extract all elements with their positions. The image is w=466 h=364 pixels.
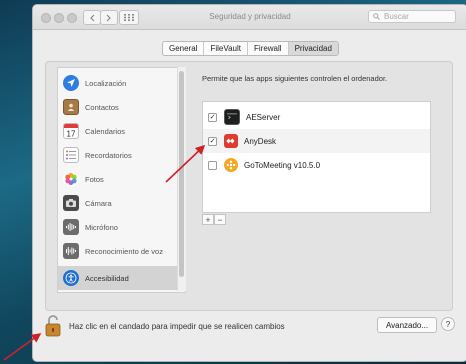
photos-flower-icon	[63, 171, 79, 187]
sidebar-item-camara[interactable]: Cámara	[58, 191, 185, 215]
tab-general[interactable]: General	[163, 42, 203, 55]
add-app-button[interactable]: +	[202, 214, 214, 225]
sidebar-item-label: Accesibilidad	[85, 273, 129, 283]
sidebar-item-microfono[interactable]: Micrófono	[58, 215, 185, 239]
help-button[interactable]: ?	[441, 317, 455, 331]
sidebar-item-reconocimiento-de-voz[interactable]: Reconocimiento de voz	[58, 239, 185, 263]
anydesk-app-icon	[224, 134, 238, 148]
sidebar-item-label: Calendarios	[85, 126, 126, 136]
sidebar-item-localizacion[interactable]: Localización	[58, 71, 185, 95]
search-field[interactable]: Buscar	[368, 10, 456, 23]
contacts-book-icon	[63, 99, 79, 115]
speech-waveform-icon	[63, 243, 79, 259]
checkmark-icon: ✓	[209, 137, 216, 145]
location-arrow-icon	[63, 75, 79, 91]
microphone-waveform-icon	[63, 219, 79, 235]
sidebar-item-label: Fotos	[85, 174, 104, 184]
terminal-app-icon	[224, 109, 240, 125]
lock-icon[interactable]	[45, 315, 61, 337]
app-checkbox[interactable]: ✓	[208, 112, 217, 122]
sidebar-item-label: Reconocimiento de voz	[85, 246, 163, 256]
gotomeeting-app-icon	[224, 158, 238, 172]
app-name: AEServer	[246, 112, 281, 122]
accessibility-icon	[63, 270, 79, 286]
sidebar-item-label: Recordatorios	[85, 150, 132, 160]
tab-firewall[interactable]: Firewall	[247, 42, 288, 55]
app-permission-list: ✓ AEServer ✓ AnyDesk GoToMeeting v10.5.0	[202, 101, 431, 213]
app-row-aeserver[interactable]: ✓ AEServer	[203, 105, 430, 129]
search-icon	[373, 13, 380, 20]
app-row-gotomeeting[interactable]: GoToMeeting v10.5.0	[203, 153, 430, 177]
accessibility-prompt: Permite que las apps siguientes controle…	[202, 74, 388, 83]
tab-privacidad[interactable]: Privacidad	[287, 42, 338, 55]
sidebar-item-label: Cámara	[85, 198, 112, 208]
checkmark-icon: ✓	[209, 113, 216, 121]
title-bar: Seguridad y privacidad Buscar	[33, 5, 466, 30]
app-name: AnyDesk	[244, 136, 277, 146]
advanced-button[interactable]: Avanzado...	[377, 317, 437, 333]
sidebar-item-recordatorios[interactable]: Recordatorios	[58, 143, 185, 167]
svg-text:17: 17	[67, 130, 76, 139]
sidebar-item-contactos[interactable]: Contactos	[58, 95, 185, 119]
sidebar-scrollbar[interactable]	[177, 67, 186, 291]
sidebar-item-accesibilidad[interactable]: Accesibilidad	[58, 266, 185, 290]
sidebar-item-calendarios[interactable]: 17 Calendarios	[58, 119, 185, 143]
sidebar-item-label: Contactos	[85, 102, 119, 112]
lock-message: Haz clic en el candado para impedir que …	[69, 322, 285, 331]
app-checkbox[interactable]	[208, 160, 217, 170]
sidebar-item-label: Micrófono	[85, 222, 118, 232]
camera-icon	[63, 195, 79, 211]
search-placeholder: Buscar	[384, 12, 409, 21]
preferences-window: Seguridad y privacidad Buscar General Fi…	[32, 4, 466, 362]
reminders-list-icon	[63, 147, 79, 163]
remove-app-button[interactable]: −	[214, 214, 226, 225]
app-checkbox[interactable]: ✓	[208, 136, 217, 146]
tab-filevault[interactable]: FileVault	[203, 42, 247, 55]
calendar-icon: 17	[63, 123, 79, 139]
tab-bar: General FileVault Firewall Privacidad	[162, 41, 339, 56]
sidebar-item-fotos[interactable]: Fotos	[58, 167, 185, 191]
scrollbar-thumb[interactable]	[179, 71, 184, 277]
privacy-category-list[interactable]: Localización Contactos 17 Calendarios Re…	[57, 67, 186, 293]
app-row-anydesk[interactable]: ✓ AnyDesk	[203, 129, 430, 153]
app-name: GoToMeeting v10.5.0	[244, 160, 321, 170]
sidebar-item-label: Localización	[85, 78, 127, 88]
